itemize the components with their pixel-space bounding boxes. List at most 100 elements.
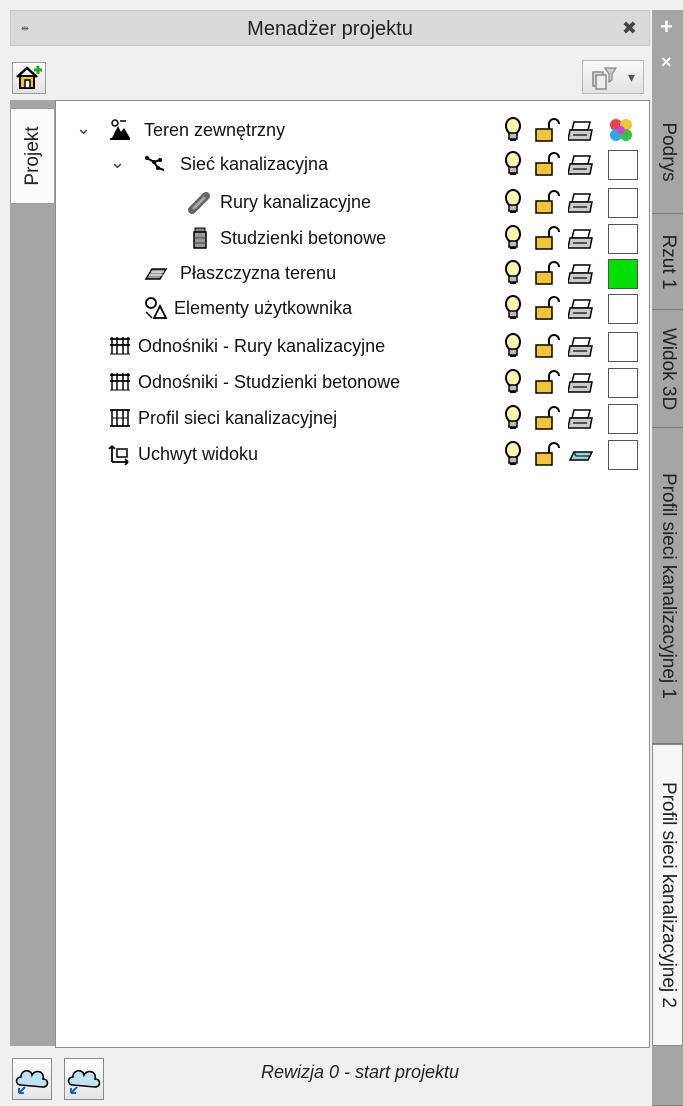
tree-row-label: Płaszczyzna terenu (180, 263, 337, 283)
color-swatch[interactable] (608, 150, 638, 180)
chevron-down-icon[interactable]: ⌄ (110, 152, 125, 173)
tab-label: Podrys (657, 121, 679, 182)
lightbulb-icon[interactable] (500, 440, 526, 468)
printer-icon[interactable] (568, 188, 594, 216)
lightbulb-icon[interactable] (500, 294, 526, 322)
close-icon[interactable]: × (661, 52, 672, 73)
lightbulb-icon[interactable] (500, 259, 526, 287)
printer-icon[interactable] (568, 368, 594, 396)
printer-icon[interactable] (568, 332, 594, 360)
right-strip-filler (652, 1046, 683, 1106)
layers-filter-icon (592, 67, 618, 90)
unlock-icon[interactable] (534, 224, 560, 252)
plus-icon[interactable]: + (660, 14, 673, 40)
lightbulb-icon[interactable] (500, 224, 526, 252)
tree-row-studzienki[interactable]: Studzienki betonowe (56, 221, 646, 255)
right-strip-header: + × (652, 10, 683, 90)
unlock-icon[interactable] (534, 332, 560, 360)
chevron-down-icon[interactable]: ⌄ (76, 118, 91, 139)
tree-row-label: Rury kanalizacyjne (220, 192, 372, 212)
revision-label: Rewizja 0 - start projektu (260, 1062, 460, 1082)
network-icon (145, 156, 165, 171)
unlock-icon[interactable] (534, 404, 560, 432)
lightbulb-icon[interactable] (500, 368, 526, 396)
tab-widok-3d[interactable]: Widok 3D (652, 310, 683, 428)
tree-row-teren[interactable]: ⌄ Teren zewnętrzny (56, 113, 646, 147)
house-add-icon (16, 66, 42, 89)
color-swatch[interactable] (608, 294, 638, 324)
tab-rzut-1[interactable]: Rzut 1 (652, 214, 683, 310)
color-swatch[interactable] (608, 332, 638, 362)
tree-row-label: Odnośniki - Studzienki betonowe (138, 372, 401, 392)
window-title: Menadżer projektu (247, 18, 413, 40)
leader-table-icon (110, 373, 130, 391)
project-manager-window: ⇹ Menadżer projektu ✖ ▾ Projekt ⌄ Teren … (0, 0, 683, 1106)
tree-row-label: Sieć kanalizacyjna (180, 154, 329, 174)
printer-icon[interactable] (568, 224, 594, 252)
status-bar: Rewizja 0 - start projektu (10, 1050, 650, 1106)
color-swatch[interactable] (608, 368, 638, 398)
multicolor-icon[interactable] (608, 116, 634, 144)
tree-row-label: Teren zewnętrzny (144, 120, 286, 140)
tab-label: Widok 3D (657, 327, 679, 410)
color-swatch[interactable] (608, 259, 638, 289)
unlock-icon[interactable] (534, 294, 560, 322)
printer-icon[interactable] (568, 294, 594, 322)
tree-row-profil[interactable]: Profil sieci kanalizacyjnej (56, 401, 646, 435)
pipe-icon (188, 192, 210, 214)
tree-row-label: Odnośniki - Rury kanalizacyjne (138, 336, 386, 356)
profile-icon (110, 409, 130, 427)
tree-row-siec[interactable]: ⌄ Sieć kanalizacyjna (56, 147, 646, 181)
printer-icon[interactable] (568, 404, 594, 432)
view-handle-icon (108, 445, 129, 466)
unlock-icon[interactable] (534, 440, 560, 468)
color-swatch[interactable] (608, 188, 638, 218)
toolbar: ▾ (10, 50, 650, 98)
printer-icon[interactable] (568, 150, 594, 178)
eraser-icon[interactable] (568, 440, 594, 468)
tree-row-label: Profil sieci kanalizacyjnej (138, 408, 338, 428)
tree-row-elementy[interactable]: Elementy użytkownika (56, 291, 646, 325)
printer-icon[interactable] (568, 259, 594, 287)
printer-icon[interactable] (568, 116, 594, 144)
tree-row-label: Elementy użytkownika (174, 298, 353, 318)
left-tab-strip (10, 100, 56, 1046)
lightbulb-icon[interactable] (500, 188, 526, 216)
tree-row-odnosniki-rury[interactable]: Odnośniki - Rury kanalizacyjne (56, 329, 646, 363)
manhole-icon (193, 227, 207, 249)
close-icon[interactable]: ✖ (622, 18, 637, 39)
layer-filter-button[interactable]: ▾ (582, 60, 644, 94)
unlock-icon[interactable] (534, 188, 560, 216)
unlock-icon[interactable] (534, 368, 560, 396)
leader-table-icon (110, 337, 130, 355)
tab-profil-1[interactable]: Profil sieci kanalizacyjnej 1 (652, 428, 683, 744)
unlock-icon[interactable] (534, 116, 560, 144)
terrain-icon (110, 119, 130, 140)
color-swatch[interactable] (608, 440, 638, 470)
lightbulb-icon[interactable] (500, 150, 526, 178)
lightbulb-icon[interactable] (500, 332, 526, 360)
user-elements-icon (145, 297, 168, 319)
lightbulb-icon[interactable] (500, 116, 526, 144)
color-swatch[interactable] (608, 404, 638, 434)
tab-label: Profil sieci kanalizacyjnej 1 (657, 472, 679, 699)
chevron-down-icon[interactable]: ▾ (628, 69, 635, 86)
tab-label: Profil sieci kanalizacyjnej 2 (657, 782, 679, 1008)
unlock-icon[interactable] (534, 150, 560, 178)
tree-row-label: Studzienki betonowe (220, 228, 387, 248)
tab-profil-2[interactable]: Profil sieci kanalizacyjnej 2 (652, 744, 683, 1046)
tab-projekt-label: Projekt (21, 126, 43, 186)
terrain-plane-icon (144, 268, 168, 280)
tree-row-uchwyt[interactable]: Uchwyt widoku (56, 437, 646, 471)
add-house-button[interactable] (12, 62, 46, 94)
tree-row-odnosniki-studzienki[interactable]: Odnośniki - Studzienki betonowe (56, 365, 646, 399)
title-bar: ⇹ Menadżer projektu ✖ (10, 10, 650, 46)
tree-row-rury[interactable]: Rury kanalizacyjne (56, 185, 646, 219)
unlock-icon[interactable] (534, 259, 560, 287)
color-swatch[interactable] (608, 224, 638, 254)
tab-projekt[interactable]: Projekt (10, 108, 54, 204)
tab-podrys[interactable]: Podrys (652, 90, 683, 214)
lightbulb-icon[interactable] (500, 404, 526, 432)
tree-row-plaszczyzna[interactable]: Płaszczyzna terenu (56, 256, 646, 290)
project-tree: ⌄ Teren zewnętrzny ⌄ Sieć kanalizacyjna … (55, 100, 650, 1048)
